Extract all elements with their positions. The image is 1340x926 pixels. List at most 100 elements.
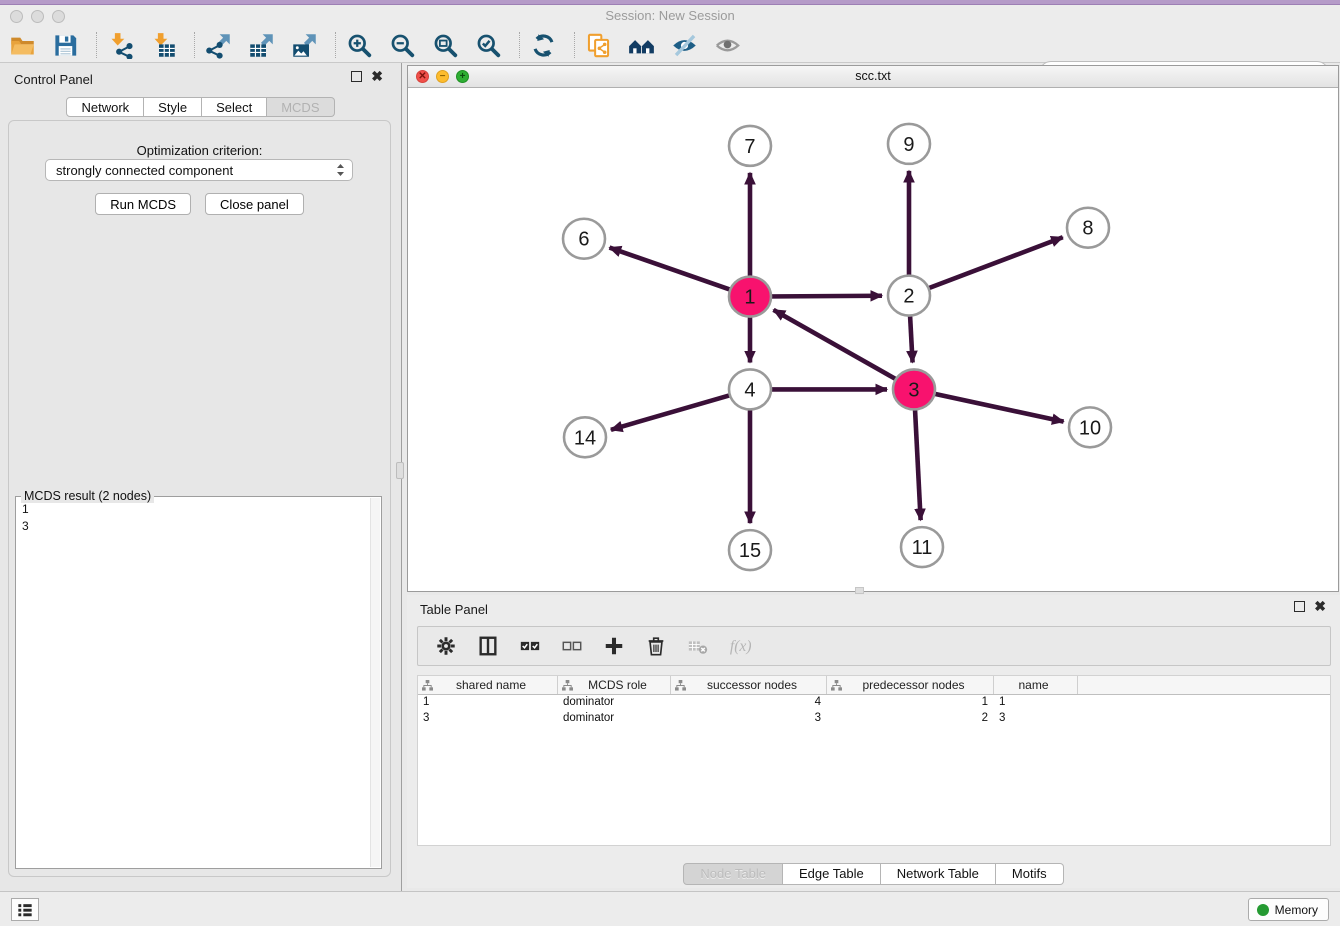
zoom-in-icon[interactable] (345, 31, 373, 59)
table-body: 1dominator4113dominator323 (418, 695, 1330, 727)
node-10[interactable]: 10 (1069, 407, 1111, 447)
cell-successor-nodes[interactable]: 4 (671, 695, 827, 711)
edge-1-6[interactable] (609, 248, 750, 297)
network-from-selection-icon[interactable] (584, 31, 612, 59)
toolbar-separator (574, 32, 575, 58)
cell-successor-nodes[interactable]: 3 (671, 711, 827, 727)
show-all-icon[interactable] (713, 31, 741, 59)
cell-MCDS-role[interactable]: dominator (558, 695, 671, 711)
tab-motifs[interactable]: Motifs (996, 863, 1064, 885)
select-all-checks-icon[interactable] (518, 634, 542, 658)
mcds-result-box: MCDS result (2 nodes) 1 3 (15, 496, 382, 869)
import-table-icon[interactable] (149, 31, 177, 59)
svg-text:f(x): f(x) (730, 638, 751, 655)
table-row[interactable]: 1dominator411 (418, 695, 1330, 711)
minimize-window-icon[interactable] (31, 10, 44, 23)
cell-predecessor-nodes[interactable]: 2 (827, 711, 994, 727)
column-header-shared-name[interactable]: shared name (418, 676, 558, 694)
cell-shared-name[interactable]: 1 (418, 695, 558, 711)
node-14[interactable]: 14 (564, 417, 606, 457)
close-table-panel-icon[interactable]: ✖ (1314, 601, 1326, 612)
vertical-splitter-handle[interactable] (396, 462, 404, 479)
tab-style[interactable]: Style (144, 97, 202, 117)
zoom-fit-icon[interactable] (431, 31, 459, 59)
node-6[interactable]: 6 (563, 219, 605, 259)
hide-selected-icon[interactable] (670, 31, 698, 59)
cell-shared-name[interactable]: 3 (418, 711, 558, 727)
mcds-result-text[interactable]: 1 3 (17, 499, 369, 867)
deselect-all-checks-icon[interactable] (560, 634, 584, 658)
float-panel-icon[interactable] (351, 71, 362, 82)
columns-icon[interactable] (476, 634, 500, 658)
run-mcds-button[interactable]: Run MCDS (95, 193, 191, 215)
cell-name[interactable]: 3 (994, 711, 1078, 727)
node-3[interactable]: 3 (893, 369, 935, 409)
horizontal-splitter-handle[interactable] (855, 587, 864, 594)
zoom-out-icon[interactable] (388, 31, 416, 59)
node-2[interactable]: 2 (888, 276, 930, 316)
task-history-button[interactable] (11, 898, 39, 921)
table-row[interactable]: 3dominator323 (418, 711, 1330, 727)
export-image-icon[interactable] (290, 31, 318, 59)
refresh-icon[interactable] (529, 31, 557, 59)
add-column-icon[interactable] (602, 634, 626, 658)
optimization-criterion-label: Optimization criterion: (9, 143, 390, 158)
svg-text:15: 15 (739, 540, 761, 562)
export-network-icon[interactable] (204, 31, 232, 59)
network-close-icon[interactable]: ✕ (416, 70, 429, 83)
network-maximize-icon[interactable]: + (456, 70, 469, 83)
node-4[interactable]: 4 (729, 369, 771, 409)
node-15[interactable]: 15 (729, 530, 771, 570)
criterion-select[interactable]: strongly connected component (45, 159, 353, 181)
cell-predecessor-nodes[interactable]: 1 (827, 695, 994, 711)
save-session-icon[interactable] (51, 31, 79, 59)
float-table-panel-icon[interactable] (1294, 601, 1305, 612)
first-neighbors-icon[interactable] (627, 31, 655, 59)
edge-3-1[interactable] (773, 310, 914, 390)
close-panel-icon[interactable]: ✖ (371, 71, 383, 82)
settings-gear-icon[interactable] (434, 634, 458, 658)
memory-label: Memory (1275, 903, 1318, 917)
close-panel-button[interactable]: Close panel (205, 193, 304, 215)
result-scrollbar[interactable] (370, 498, 380, 867)
toolbar-separator (194, 32, 195, 58)
maximize-window-icon[interactable] (52, 10, 65, 23)
tab-node-table[interactable]: Node Table (683, 863, 783, 885)
table-panel-title: Table Panel (420, 602, 488, 617)
svg-text:3: 3 (908, 379, 919, 401)
tab-network[interactable]: Network (66, 97, 144, 117)
control-panel-title: Control Panel (14, 72, 93, 87)
cell-MCDS-role[interactable]: dominator (558, 711, 671, 727)
toolbar-separator (96, 32, 97, 58)
node-9[interactable]: 9 (888, 124, 930, 164)
node-1[interactable]: 1 (729, 277, 771, 317)
column-header-name[interactable]: name (994, 676, 1078, 694)
tab-select[interactable]: Select (202, 97, 267, 117)
network-minimize-icon[interactable]: − (436, 70, 449, 83)
cell-name[interactable]: 1 (994, 695, 1078, 711)
node-11[interactable]: 11 (901, 527, 943, 567)
select-arrows-icon (335, 162, 346, 178)
network-window-titlebar[interactable]: ✕ − + scc.txt (408, 66, 1338, 88)
close-window-icon[interactable] (10, 10, 23, 23)
column-header-predecessor-nodes[interactable]: predecessor nodes (827, 676, 994, 694)
export-table-icon[interactable] (247, 31, 275, 59)
svg-text:4: 4 (744, 379, 755, 401)
network-canvas[interactable]: 7 9 6 8 1 2 4 3 14 10 15 11 (408, 88, 1338, 591)
node-7[interactable]: 7 (729, 126, 771, 166)
delete-column-icon[interactable] (644, 634, 668, 658)
tab-mcds[interactable]: MCDS (267, 97, 334, 117)
edge-2-8[interactable] (909, 237, 1063, 295)
column-header-successor-nodes[interactable]: successor nodes (671, 676, 827, 694)
toolbar-separator (335, 32, 336, 58)
tab-edge-table[interactable]: Edge Table (783, 863, 881, 885)
open-file-icon[interactable] (8, 31, 36, 59)
node-8[interactable]: 8 (1067, 208, 1109, 248)
edge-3-10[interactable] (914, 389, 1064, 421)
memory-button[interactable]: Memory (1248, 898, 1329, 921)
import-network-icon[interactable] (106, 31, 134, 59)
traffic-lights (10, 10, 65, 23)
column-header-MCDS-role[interactable]: MCDS role (558, 676, 671, 694)
zoom-selected-icon[interactable] (474, 31, 502, 59)
tab-network-table[interactable]: Network Table (881, 863, 996, 885)
